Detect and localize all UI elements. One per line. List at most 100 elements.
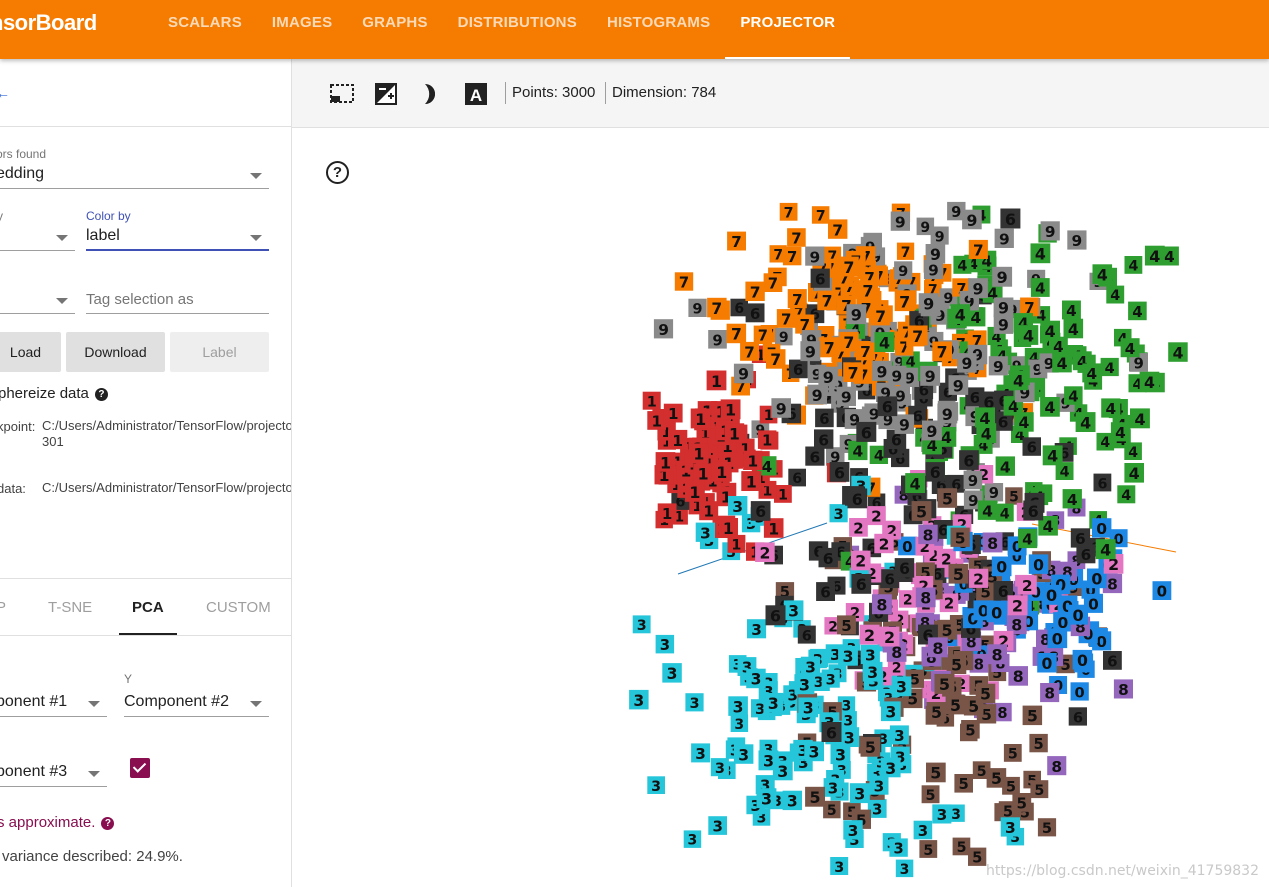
sprite-point: 0	[1037, 653, 1057, 673]
sprite-point: 5	[950, 527, 970, 547]
sprite-point: 5	[823, 800, 841, 819]
tab-graphs[interactable]: GRAPHS	[347, 0, 442, 59]
sprite-point: 7	[968, 239, 988, 260]
sprite-point: 5	[937, 619, 957, 640]
download-button[interactable]: Download	[66, 332, 165, 372]
help-icon[interactable]: ?	[101, 817, 115, 830]
sprite-digit: 6	[823, 550, 834, 568]
sprite-point: 6	[745, 303, 765, 323]
back-link[interactable]: ←	[0, 85, 10, 101]
sprite-digit: 7	[937, 343, 948, 362]
tab-scalars[interactable]: SCALARS	[153, 0, 257, 59]
sprite-digit: 9	[973, 279, 984, 298]
edit-by-select[interactable]	[0, 287, 75, 314]
sprite-digit: 2	[828, 619, 838, 635]
tag-selection-input[interactable]: Tag selection as	[86, 287, 269, 314]
sprite-digit: 4	[982, 502, 993, 520]
sprite-digit: 7	[792, 291, 803, 309]
label-button[interactable]: Label	[170, 332, 269, 372]
sprite-digit: 7	[901, 245, 911, 261]
sprite-digit: 9	[935, 229, 945, 245]
sprite-point: 9	[653, 319, 674, 339]
sprite-digit: 4	[1035, 280, 1045, 298]
sprite-digit: 6	[998, 413, 1009, 431]
tab-images[interactable]: IMAGES	[257, 0, 347, 59]
z-enabled-checkbox[interactable]	[130, 758, 150, 778]
sprite-digit: 9	[851, 306, 862, 325]
y-component-select[interactable]: Component #2	[124, 690, 269, 717]
sprite-point: 3	[708, 816, 727, 836]
sprite-digit: 5	[939, 675, 950, 694]
projection-canvas[interactable]: ? 57931398773629907764474734851350730319…	[292, 128, 1269, 887]
sprite-point: 6	[805, 446, 825, 466]
sprite-point: 5	[945, 694, 966, 715]
y-component-value: Component #2	[124, 693, 229, 710]
label-a-icon[interactable]: A	[463, 81, 489, 107]
sprite-point: 3	[800, 656, 821, 677]
sprite-point: 9	[771, 398, 791, 418]
half-moon-icon[interactable]	[418, 81, 444, 107]
sprite-digit: 4	[957, 259, 967, 275]
sprite-digit: 1	[731, 538, 741, 554]
tab-pca[interactable]: PCA	[132, 599, 164, 616]
sprite-point: 5	[1030, 780, 1049, 799]
sprite-point: 1	[763, 518, 784, 538]
sprite-digit: 3	[885, 703, 896, 722]
sprite-point: 3	[710, 758, 729, 777]
tab-distributions[interactable]: DISTRIBUTIONS	[443, 0, 592, 59]
sprite-point: 4	[1042, 445, 1063, 466]
sprite-point: 8	[1040, 683, 1060, 703]
selection-box-icon[interactable]	[329, 81, 355, 107]
sprite-digit: 9	[658, 321, 669, 339]
sprite-point: 0	[1070, 682, 1089, 701]
sprite-point: 9	[818, 366, 839, 387]
sphereize-row[interactable]: phereize data?	[0, 385, 108, 402]
sprite-point: 3	[756, 788, 777, 809]
z-component-select[interactable]: ponent #3	[0, 760, 107, 787]
tensor-select[interactable]: edding	[0, 162, 269, 189]
sprite-point: 1	[693, 463, 713, 484]
sprite-digit: 5	[942, 489, 953, 508]
tab-tsne[interactable]: T-SNE	[48, 599, 92, 616]
sprite-point: 4	[1128, 301, 1147, 321]
sprite-digit: 3	[900, 862, 910, 878]
sprite-point: 8	[918, 524, 938, 545]
tab-custom[interactable]: CUSTOM	[206, 599, 271, 616]
sprite-point: 1	[657, 503, 677, 523]
tab-histograms[interactable]: HISTOGRAMS	[592, 0, 725, 59]
help-icon[interactable]: ?	[94, 388, 108, 401]
sprite-point: 0	[1047, 628, 1068, 649]
sprite-point: 6	[765, 605, 786, 626]
watermark: https://blog.csdn.net/weixin_41759832	[985, 863, 1259, 879]
approximate-warning: s approximate.?	[0, 814, 115, 831]
embedding-scatter[interactable]: 5793139877362990776447473485135073031986…	[292, 128, 1269, 887]
tab-umap[interactable]: P	[0, 599, 6, 616]
sprite-digit: 4	[1080, 413, 1091, 432]
load-button[interactable]: Load	[0, 332, 61, 372]
sprite-point: 7	[828, 219, 848, 239]
sprite-digit: 4	[1149, 247, 1160, 266]
tab-projector[interactable]: PROJECTOR	[725, 0, 851, 59]
night-mode-icon[interactable]	[373, 81, 399, 107]
sprite-digit: 5	[957, 840, 967, 856]
sprite-point: 6	[856, 421, 877, 442]
label-by-select[interactable]	[0, 224, 75, 251]
color-by-select[interactable]: label	[86, 224, 269, 251]
sprite-point: 6	[750, 501, 771, 521]
sprite-point: 6	[851, 574, 872, 594]
sprite-digit: 4	[1087, 365, 1098, 383]
sprite-digit: 9	[899, 417, 910, 435]
sprite-digit: 2	[759, 544, 770, 563]
sprite-point: 0	[1068, 604, 1088, 625]
sprite-point: 9	[922, 420, 942, 441]
y-axis-label: Y	[124, 672, 133, 686]
sprite-digit: 1	[660, 453, 671, 472]
chevron-down-icon	[56, 298, 68, 304]
sprite-point: 9	[918, 293, 939, 314]
sprite-point: 1	[685, 482, 705, 502]
sprite-digit: 7	[843, 258, 854, 277]
sprite-point: 8	[987, 644, 1007, 665]
sprite-digit: 6	[818, 431, 829, 449]
x-component-select[interactable]: ponent #1	[0, 690, 107, 717]
sprite-point: 7	[907, 325, 928, 346]
